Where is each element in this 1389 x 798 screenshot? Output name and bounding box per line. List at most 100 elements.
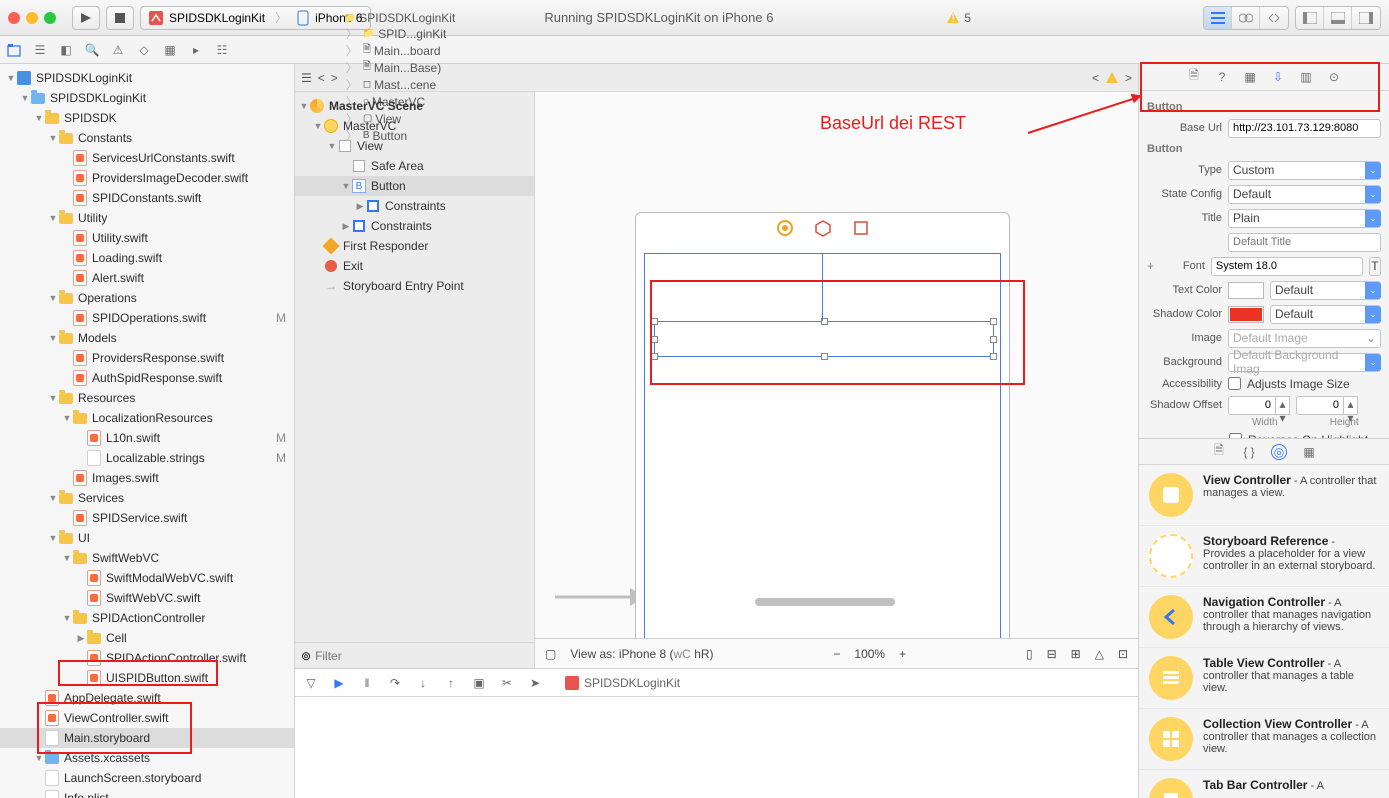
find-navigator-icon[interactable]: 🔍 — [84, 42, 100, 58]
file-row[interactable]: ▼SPIDSDKLoginKit — [0, 88, 294, 108]
memory-graph-icon[interactable]: ✂ — [499, 675, 515, 691]
type-select[interactable]: Custom⌄ — [1228, 161, 1381, 180]
file-row[interactable]: ProvidersResponse.swift — [0, 348, 294, 368]
file-row[interactable]: ViewController.swift — [0, 708, 294, 728]
file-row[interactable]: UISPIDButton.swift — [0, 668, 294, 688]
source-control-icon[interactable]: ☰ — [32, 42, 48, 58]
minimize-window[interactable] — [26, 12, 38, 24]
file-row[interactable]: ▼SPIDActionController — [0, 608, 294, 628]
outline-exit[interactable]: Exit — [295, 256, 534, 276]
stack-icon[interactable]: ▯ — [1026, 647, 1033, 661]
forward-icon[interactable]: > — [331, 71, 338, 85]
state-select[interactable]: Default⌄ — [1228, 185, 1381, 204]
file-row[interactable]: SwiftModalWebVC.swift — [0, 568, 294, 588]
outline-view[interactable]: ▼View — [295, 136, 534, 156]
shadow-width-stepper[interactable]: ▴▾ — [1228, 396, 1290, 415]
jumpbar-crumb[interactable]: 〉🗎Main...Base) — [344, 59, 456, 76]
file-row[interactable]: Loading.swift — [0, 248, 294, 268]
scheme-selector[interactable]: SPIDSDKLoginKit 〉 iPhone 6 — [140, 6, 371, 30]
file-row[interactable]: ▼Services — [0, 488, 294, 508]
shadowcolor-well[interactable] — [1228, 306, 1264, 323]
textcolor-select[interactable]: Default⌄ — [1270, 281, 1381, 300]
file-row[interactable]: Images.swift — [0, 468, 294, 488]
standard-editor-icon[interactable] — [1204, 7, 1232, 29]
file-inspector-icon[interactable]: 🗎 — [1186, 69, 1202, 85]
report-navigator-icon[interactable]: ☷ — [214, 42, 230, 58]
adjusts-image-checkbox[interactable] — [1228, 377, 1241, 390]
zoom-level[interactable]: 100% — [854, 647, 885, 661]
shadowcolor-select[interactable]: Default⌄ — [1270, 305, 1381, 324]
file-row[interactable]: ▼Operations — [0, 288, 294, 308]
file-template-icon[interactable]: 🗎 — [1211, 444, 1227, 460]
file-row[interactable]: ▼Assets.xcassets — [0, 748, 294, 768]
outline-filter-input[interactable] — [315, 649, 528, 663]
file-row[interactable]: ▼Constants — [0, 128, 294, 148]
file-row[interactable]: ▼SwiftWebVC — [0, 548, 294, 568]
file-row[interactable]: Info.plist — [0, 788, 294, 798]
file-row[interactable]: ProvidersImageDecoder.swift — [0, 168, 294, 188]
size-inspector-icon[interactable]: ▥ — [1298, 69, 1314, 85]
next-issue-icon[interactable]: > — [1125, 71, 1132, 85]
file-row[interactable]: ▼SPIDSDKLoginKit — [0, 68, 294, 88]
outline-entry[interactable]: →Storyboard Entry Point — [295, 276, 534, 296]
file-row[interactable]: ▼UI — [0, 528, 294, 548]
file-row[interactable]: Utility.swift — [0, 228, 294, 248]
baseurl-input[interactable] — [1228, 119, 1381, 138]
file-row[interactable]: SPIDConstants.swift — [0, 188, 294, 208]
outline-toggle-icon[interactable]: ▢ — [545, 647, 556, 661]
shadow-height-stepper[interactable]: ▴▾ — [1296, 396, 1358, 415]
right-panel-icon[interactable] — [1352, 7, 1380, 29]
selected-button[interactable] — [654, 321, 994, 357]
editor-mode-segment[interactable] — [1203, 6, 1289, 30]
file-row[interactable]: ▼Models — [0, 328, 294, 348]
library-item[interactable]: Navigation Controller - A controller tha… — [1139, 587, 1389, 648]
bgimage-select[interactable]: Default Background Imag⌄ — [1228, 353, 1381, 372]
breakpoint-navigator-icon[interactable]: ▸ — [188, 42, 204, 58]
view-debug-icon[interactable]: ▣ — [471, 675, 487, 691]
title-input[interactable] — [1228, 233, 1381, 252]
file-tree[interactable]: ▼SPIDSDKLoginKit▼SPIDSDKLoginKit▼SPIDSDK… — [0, 64, 294, 798]
object-library-icon[interactable]: ◎ — [1271, 444, 1287, 460]
file-row[interactable]: SPIDActionController.swift — [0, 648, 294, 668]
media-library-icon[interactable]: ▦ — [1301, 444, 1317, 460]
file-row[interactable]: L10n.swiftM — [0, 428, 294, 448]
file-row[interactable]: ▼SPIDSDK — [0, 108, 294, 128]
align-icon[interactable]: ⊟ — [1047, 647, 1057, 661]
canvas[interactable] — [535, 92, 1138, 638]
image-select[interactable]: Default Image⌄ — [1228, 329, 1381, 348]
version-editor-icon[interactable] — [1260, 7, 1288, 29]
stop-button[interactable] — [106, 6, 134, 30]
panel-toggle-segment[interactable] — [1295, 6, 1381, 30]
file-row[interactable]: AuthSpidResponse.swift — [0, 368, 294, 388]
view-as-label[interactable]: View as: iPhone 8 ( — [570, 647, 673, 661]
file-row[interactable]: Main.storyboard — [0, 728, 294, 748]
library-item[interactable]: View Controller - A controller that mana… — [1139, 465, 1389, 526]
zoom-out-icon[interactable]: − — [833, 647, 840, 661]
back-icon[interactable]: < — [318, 71, 325, 85]
library-item[interactable]: Collection View Controller - A controlle… — [1139, 709, 1389, 770]
embed-icon[interactable]: ⊡ — [1118, 647, 1128, 661]
outline-first-responder[interactable]: First Responder — [295, 236, 534, 256]
run-button[interactable] — [72, 6, 100, 30]
resolve-icon[interactable]: △ — [1095, 647, 1104, 661]
step-over-icon[interactable]: ↷ — [387, 675, 403, 691]
debug-navigator-icon[interactable]: ▦ — [162, 42, 178, 58]
file-row[interactable]: LaunchScreen.storyboard — [0, 768, 294, 788]
file-row[interactable]: ▶Cell — [0, 628, 294, 648]
outline-tree[interactable]: ▼MasterVC Scene ▼MasterVC ▼View Safe Are… — [295, 92, 534, 642]
outline-constraints-inner[interactable]: ▶Constraints — [295, 196, 534, 216]
issue-navigator-icon[interactable]: ⚠ — [110, 42, 126, 58]
font-picker-icon[interactable]: T — [1369, 257, 1381, 276]
connections-inspector-icon[interactable]: ⊙ — [1326, 69, 1342, 85]
step-out-icon[interactable]: ↑ — [443, 675, 459, 691]
test-navigator-icon[interactable]: ◇ — [136, 42, 152, 58]
close-window[interactable] — [8, 12, 20, 24]
jumpbar-crumb[interactable]: 〉◻Mast...cene — [344, 76, 456, 93]
title-select[interactable]: Plain⌄ — [1228, 209, 1381, 228]
file-row[interactable]: ▼LocalizationResources — [0, 408, 294, 428]
related-items-icon[interactable]: ☰ — [301, 71, 312, 85]
file-row[interactable]: AppDelegate.swift — [0, 688, 294, 708]
textcolor-well[interactable] — [1228, 282, 1264, 299]
project-navigator-icon[interactable] — [6, 42, 22, 58]
file-row[interactable]: SwiftWebVC.swift — [0, 588, 294, 608]
